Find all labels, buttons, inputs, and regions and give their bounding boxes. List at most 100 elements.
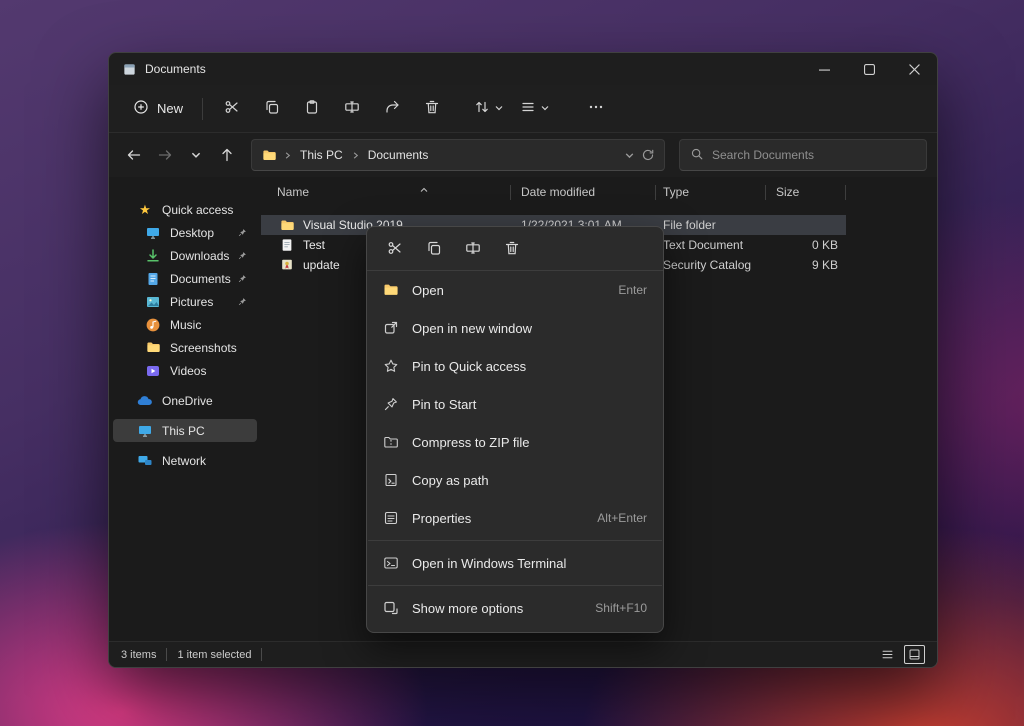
rename-button[interactable] — [332, 92, 372, 126]
column-label: Size — [776, 185, 799, 199]
share-button[interactable] — [372, 92, 412, 126]
item-count: 3 items — [121, 649, 156, 661]
refresh-icon[interactable] — [641, 148, 655, 162]
delete-button[interactable] — [494, 233, 529, 267]
details-view-button[interactable] — [877, 645, 898, 664]
this-pc-icon — [137, 423, 153, 439]
rename-button[interactable] — [455, 233, 490, 267]
sidebar-item-label: Documents — [170, 272, 231, 286]
view-button[interactable] — [512, 92, 558, 126]
pin-outline-icon — [383, 396, 399, 412]
menu-separator — [368, 585, 662, 586]
column-header-name[interactable]: Name — [261, 185, 511, 200]
open-new-window-icon — [383, 320, 399, 336]
plus-icon — [133, 99, 149, 118]
address-dropdown-chevron-icon[interactable] — [624, 150, 635, 161]
sort-button[interactable] — [466, 92, 512, 126]
menu-item-open-in-windows-terminal[interactable]: Open in Windows Terminal — [367, 544, 663, 582]
new-button[interactable]: New — [123, 92, 193, 125]
sidebar-item-documents[interactable]: Documents — [113, 267, 257, 290]
sidebar-item-downloads[interactable]: Downloads — [113, 244, 257, 267]
file-explorer-window: Documents New — [108, 52, 938, 668]
menu-item-label: Pin to Quick access — [412, 359, 634, 374]
breadcrumb-this-pc[interactable]: This PC — [298, 148, 345, 162]
menu-item-label: Show more options — [412, 601, 582, 616]
address-bar[interactable]: This PC Documents — [251, 139, 665, 171]
paste-button[interactable] — [292, 92, 332, 126]
window-title: Documents — [145, 62, 206, 76]
menu-item-copy-as-path[interactable]: Copy as path — [367, 461, 663, 499]
recent-locations-button[interactable] — [181, 141, 210, 170]
column-header-size[interactable]: Size — [766, 185, 846, 200]
sidebar-item-quick-access[interactable]: ★ Quick access — [113, 198, 257, 221]
menu-item-label: Compress to ZIP file — [412, 435, 634, 450]
minimize-button[interactable] — [802, 53, 847, 85]
ellipsis-icon — [588, 99, 604, 118]
more-options-button[interactable] — [576, 92, 616, 126]
sidebar-item-music[interactable]: Music — [113, 313, 257, 336]
menu-item-pin-to-quick-access[interactable]: Pin to Quick access — [367, 347, 663, 385]
sidebar-item-videos[interactable]: Videos — [113, 359, 257, 382]
copy-button[interactable] — [252, 92, 292, 126]
cut-button[interactable] — [377, 233, 412, 267]
security-catalog-icon — [279, 257, 295, 273]
sidebar-item-screenshots[interactable]: Screenshots — [113, 336, 257, 359]
star-outline-icon — [383, 358, 399, 374]
close-button[interactable] — [892, 53, 937, 85]
sidebar-item-desktop[interactable]: Desktop — [113, 221, 257, 244]
delete-button[interactable] — [412, 92, 452, 126]
sidebar-item-this-pc[interactable]: This PC — [113, 419, 257, 442]
cut-button[interactable] — [212, 92, 252, 126]
sidebar-item-pictures[interactable]: Pictures — [113, 290, 257, 313]
maximize-button[interactable] — [847, 53, 892, 85]
chevron-right-icon — [283, 151, 292, 160]
menu-item-shortcut: Alt+Enter — [597, 511, 647, 525]
videos-icon — [145, 363, 161, 379]
pin-icon — [238, 251, 247, 260]
column-header-type[interactable]: Type — [656, 185, 766, 200]
sidebar-item-label: Screenshots — [170, 341, 237, 355]
navigation-pane: ★ Quick access Desktop Downloads Documen… — [109, 177, 261, 641]
folder-icon — [279, 217, 295, 233]
sidebar-item-label: Downloads — [170, 249, 229, 263]
back-button[interactable] — [119, 141, 148, 170]
context-menu: Open Enter Open in new window Pin to Qui… — [366, 226, 664, 633]
trash-icon — [504, 240, 520, 259]
window-controls — [802, 53, 937, 85]
file-size: 9 KB — [766, 258, 846, 272]
onedrive-cloud-icon — [137, 393, 153, 409]
rename-icon — [344, 99, 360, 118]
menu-item-pin-to-start[interactable]: Pin to Start — [367, 385, 663, 423]
sidebar-item-label: This PC — [162, 424, 205, 438]
forward-button[interactable] — [150, 141, 179, 170]
up-button[interactable] — [212, 141, 241, 170]
star-icon: ★ — [137, 202, 153, 218]
terminal-icon — [383, 555, 399, 571]
column-header-date-modified[interactable]: Date modified — [511, 185, 656, 200]
breadcrumb-documents[interactable]: Documents — [366, 148, 431, 162]
menu-item-open-in-new-window[interactable]: Open in new window — [367, 309, 663, 347]
column-label: Date modified — [521, 185, 595, 199]
menu-item-show-more-options[interactable]: Show more options Shift+F10 — [367, 589, 663, 627]
sidebar-item-onedrive[interactable]: OneDrive — [113, 389, 257, 412]
file-size: 0 KB — [766, 238, 846, 252]
search-input[interactable] — [712, 148, 916, 162]
sidebar-item-network[interactable]: Network — [113, 449, 257, 472]
menu-item-open[interactable]: Open Enter — [367, 271, 663, 309]
menu-item-compress-to-zip[interactable]: Compress to ZIP file — [367, 423, 663, 461]
desktop-icon — [145, 225, 161, 241]
zip-folder-icon — [383, 434, 399, 450]
sidebar-item-label: Network — [162, 454, 206, 468]
menu-item-properties[interactable]: Properties Alt+Enter — [367, 499, 663, 537]
paste-icon — [304, 99, 320, 118]
trash-icon — [424, 99, 440, 118]
copy-icon — [264, 99, 280, 118]
sidebar-item-label: Desktop — [170, 226, 214, 240]
status-divider — [261, 648, 262, 661]
explorer-window-icon — [121, 61, 137, 77]
music-icon — [145, 317, 161, 333]
sidebar-item-label: Videos — [170, 364, 206, 378]
copy-button[interactable] — [416, 233, 451, 267]
menu-item-shortcut: Enter — [618, 283, 647, 297]
large-icons-view-button[interactable] — [904, 645, 925, 664]
